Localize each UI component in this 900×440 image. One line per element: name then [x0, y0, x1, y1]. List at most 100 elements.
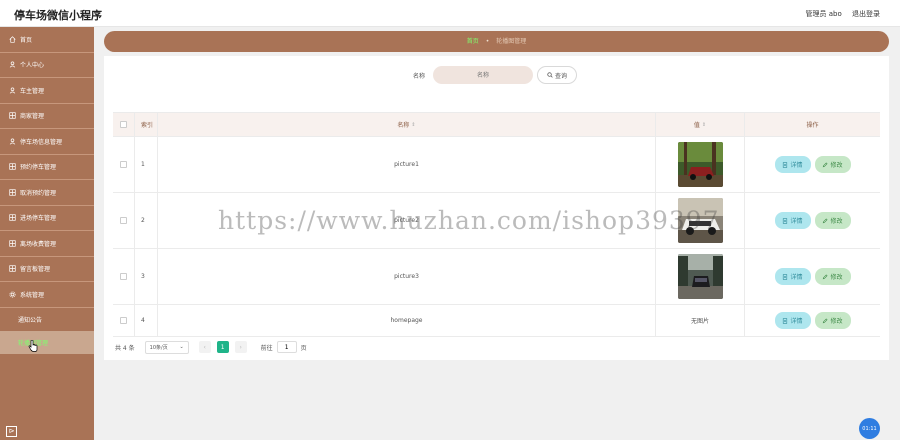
- goto-suffix: 页: [300, 344, 307, 352]
- sidebar-item-label: 留言板管理: [20, 266, 51, 274]
- search-input[interactable]: [433, 66, 533, 84]
- breadcrumb-separator: •: [485, 38, 490, 45]
- search-button[interactable]: 查询: [537, 66, 577, 84]
- photo-road-car: [677, 254, 723, 299]
- goto-prefix: 前往: [260, 344, 273, 352]
- edit-icon: [823, 217, 829, 223]
- row-index: 4: [135, 305, 158, 336]
- sidebar-item-label: 进场停车管理: [20, 215, 57, 223]
- detail-button[interactable]: 详情: [774, 312, 811, 329]
- grid-icon: [9, 112, 16, 119]
- sidebar-item-home[interactable]: 首页: [0, 27, 94, 53]
- row-name: homepage: [158, 305, 656, 336]
- breadcrumb: 首页 • 轮播图管理: [104, 31, 889, 52]
- header-value-label: 值: [693, 122, 700, 129]
- total-count: 共 4 条: [115, 344, 135, 352]
- sidebar-item-label: 系统管理: [20, 291, 45, 299]
- search-label: 名称: [413, 73, 426, 80]
- table-row: 3 picture3 详情 修改: [113, 249, 880, 305]
- sidebar-item-cancellations[interactable]: 取消预约管理: [0, 180, 94, 206]
- prev-page-button[interactable]: ‹: [198, 341, 211, 353]
- edit-icon: [823, 273, 829, 279]
- edit-icon: [823, 161, 829, 167]
- photo-forest-car: [677, 142, 723, 187]
- sidebar-collapse-icon[interactable]: ⊳: [6, 426, 17, 437]
- page-size-value: 10条/页: [149, 344, 168, 351]
- row-checkbox[interactable]: [120, 217, 127, 224]
- sort-icon: ⇕: [411, 121, 416, 128]
- table-row: 2 picture2 详情 修改: [113, 193, 880, 249]
- chevron-down-icon: ⌄: [179, 344, 184, 350]
- row-checkbox[interactable]: [120, 317, 127, 324]
- row-index: 3: [135, 249, 158, 304]
- pagination: 共 4 条 10条/页 ⌄ ‹ 1 › 前往 页: [115, 340, 307, 354]
- detail-button-label: 详情: [790, 162, 803, 169]
- row-checkbox[interactable]: [120, 161, 127, 168]
- edit-button[interactable]: 修改: [814, 312, 851, 329]
- goto-page-input[interactable]: [276, 341, 297, 353]
- page-number-current[interactable]: 1: [216, 341, 229, 353]
- sidebar-item-label: 预约停车管理: [20, 164, 57, 172]
- edit-button[interactable]: 修改: [814, 156, 851, 173]
- select-all-checkbox[interactable]: [120, 121, 127, 128]
- row-no-image: 无图片: [656, 305, 745, 336]
- grid-icon: [9, 189, 16, 196]
- sidebar-item-entry[interactable]: 进场停车管理: [0, 206, 94, 231]
- sidebar-item-label: 取消预约管理: [20, 189, 57, 197]
- header-name[interactable]: 名称 ⇕: [158, 113, 656, 136]
- grid-icon: [9, 163, 16, 170]
- header-ops: 操作: [806, 122, 819, 129]
- row-index: 1: [135, 137, 158, 192]
- detail-button[interactable]: 详情: [774, 212, 811, 229]
- detail-button[interactable]: 详情: [774, 156, 811, 173]
- edit-button[interactable]: 修改: [814, 212, 851, 229]
- search-button-label: 查询: [554, 72, 567, 80]
- header-value[interactable]: 值 ⇕: [656, 113, 745, 136]
- search-icon: [547, 72, 553, 78]
- sidebar-item-label: 个人中心: [20, 62, 45, 70]
- sidebar-item-exit-fees[interactable]: 离场收费管理: [0, 231, 94, 257]
- detail-button-label: 详情: [790, 274, 803, 281]
- top-right-area: 管理员 abo 退出登录: [798, 9, 880, 19]
- sidebar-subitem-notices[interactable]: 通知公告: [0, 308, 94, 331]
- app-title: 停车场微信小程序: [14, 9, 102, 22]
- row-image: [677, 254, 723, 299]
- sidebar-item-profile[interactable]: 个人中心: [0, 53, 94, 78]
- edit-button[interactable]: 修改: [814, 268, 851, 285]
- header-name-label: 名称: [397, 122, 410, 129]
- sidebar-subitem-carousel[interactable]: 轮播图管理: [0, 330, 94, 354]
- sidebar-item-parking-info[interactable]: 停车场信息管理: [0, 129, 94, 155]
- document-icon: [783, 317, 788, 324]
- photo-white-car: [677, 198, 723, 243]
- sidebar-item-owners[interactable]: 车主管理: [0, 78, 94, 104]
- sidebar-item-messages[interactable]: 留言板管理: [0, 257, 94, 282]
- sidebar-item-system[interactable]: 系统管理: [0, 282, 94, 308]
- detail-button-label: 详情: [790, 318, 803, 325]
- sidebar-item-reservations[interactable]: 预约停车管理: [0, 155, 94, 180]
- next-page-button[interactable]: ›: [234, 341, 247, 353]
- document-icon: [783, 217, 788, 224]
- detail-button[interactable]: 详情: [774, 268, 811, 285]
- main-panel: 名称 查询 索引 名称⇕ 值⇕ 操作 1 picture1: [104, 56, 889, 360]
- breadcrumb-current: 轮播图管理: [496, 38, 527, 45]
- grid-icon: [9, 240, 16, 247]
- sidebar-item-merchants[interactable]: 商家管理: [0, 104, 94, 129]
- sidebar-item-label: 首页: [20, 36, 33, 44]
- header-index: 索引: [135, 113, 158, 136]
- row-image: [677, 198, 723, 243]
- edit-button-label: 修改: [830, 218, 843, 225]
- sidebar-item-label: 车主管理: [20, 87, 45, 95]
- logout-link[interactable]: 退出登录: [852, 10, 880, 18]
- breadcrumb-home[interactable]: 首页: [467, 38, 479, 45]
- edit-button-label: 修改: [830, 162, 843, 169]
- sidebar: 首页 个人中心 车主管理 商家管理 停车场信息管理 预约停车管理 取消预约管理 …: [0, 27, 94, 440]
- row-image: [677, 142, 723, 187]
- floating-clock-badge[interactable]: 01:11: [859, 418, 880, 439]
- user-icon: [9, 138, 16, 145]
- page-size-select[interactable]: 10条/页 ⌄: [144, 340, 189, 354]
- hand-cursor-icon: [28, 340, 38, 352]
- sidebar-item-label: 停车场信息管理: [20, 138, 63, 146]
- edit-button-label: 修改: [830, 274, 843, 281]
- row-index: 2: [135, 193, 158, 248]
- row-checkbox[interactable]: [120, 273, 127, 280]
